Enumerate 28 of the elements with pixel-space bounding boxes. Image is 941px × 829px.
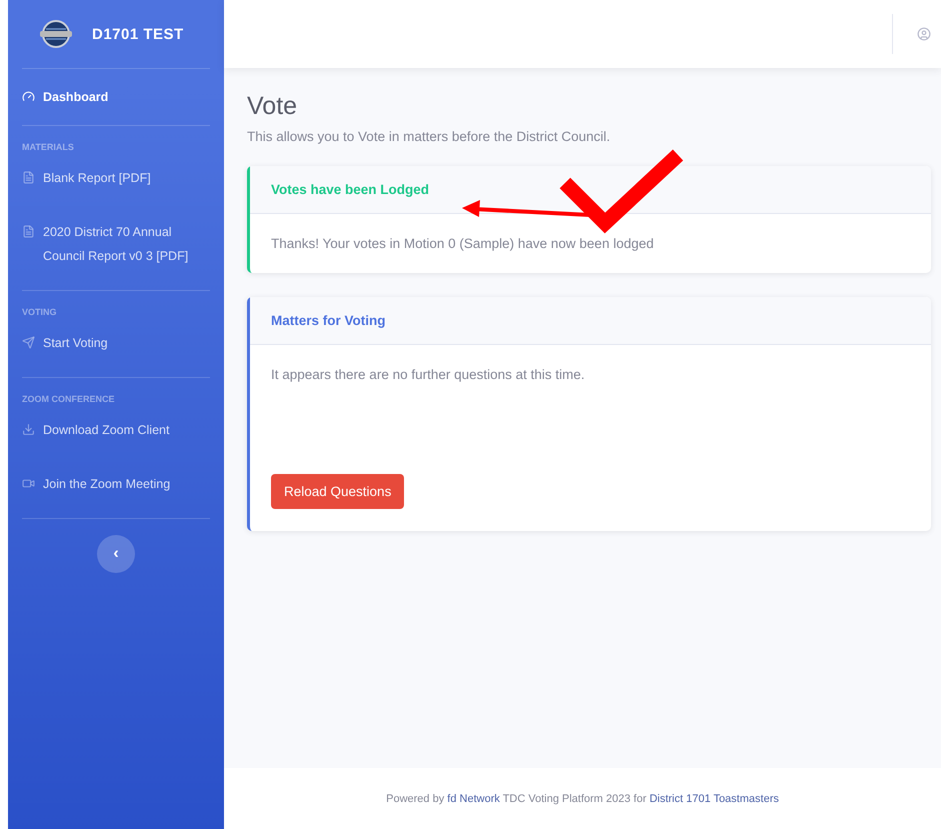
collapse-sidebar-button[interactable]: ‹ [97, 535, 135, 573]
card-title: Votes have been Lodged [271, 182, 430, 197]
sidebar-link[interactable]: Start Voting [22, 323, 210, 377]
card-text: Thanks! Your votes in Motion 0 (Sample) have now been lodged [271, 236, 654, 251]
section-heading: MATERIALS [22, 141, 75, 154]
section-heading: VOTING [22, 306, 58, 319]
footer-link[interactable]: District 1701 Toastmasters [649, 792, 779, 804]
nav-icon [22, 225, 35, 238]
sidebar-link[interactable]: Blank Report [PDF] [22, 158, 210, 212]
page-title: Vote [247, 92, 298, 121]
page-subtitle: This allows you to Vote in matters before the District Council. [247, 129, 612, 144]
nav-icon [22, 477, 35, 490]
brand-title: D1701 TEST [92, 26, 184, 42]
card-title: Matters for Voting [271, 313, 386, 328]
reload-questions-button[interactable]: Reload Questions [271, 474, 404, 509]
card-text: It appears there are no further questions at this time. [271, 367, 585, 382]
sidebar-link[interactable]: Join the Zoom Meeting [22, 464, 210, 518]
nav-icon [22, 336, 35, 349]
nav-icon [22, 423, 35, 436]
section-heading: ZOOM CONFERENCE [22, 393, 116, 406]
footer-text: Powered by fd Network TDC Voting Platform 2023 for District 1701 Toastmasters [386, 792, 779, 804]
footer-link[interactable]: fd Network [447, 792, 500, 804]
sidebar-link[interactable]: Dashboard [22, 69, 210, 125]
sidebar-link[interactable]: Download Zoom Client [22, 410, 210, 464]
nav-icon [22, 90, 35, 103]
user-icon[interactable] [917, 27, 931, 41]
sidebar-link[interactable]: 2020 District 70 Annual Council Report v0 3 [PDF] [22, 212, 210, 290]
nav-icon [22, 171, 35, 184]
